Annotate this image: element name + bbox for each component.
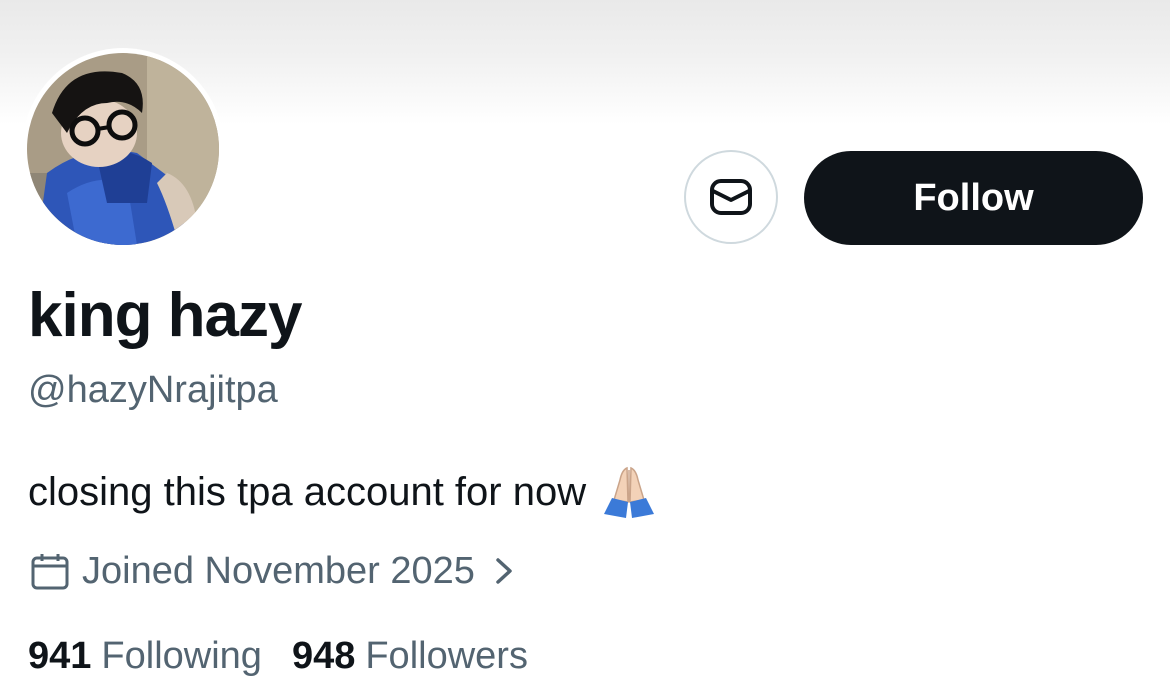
follow-button[interactable]: Follow (804, 151, 1143, 245)
following-label: Following (101, 635, 262, 677)
username-handle: @hazyNrajitpa (28, 369, 278, 411)
avatar-photo (27, 53, 219, 245)
following-count: 941 (28, 635, 92, 677)
calendar-icon (31, 554, 69, 590)
message-button[interactable] (684, 150, 778, 244)
joined-date: Joined November 2025 (82, 550, 475, 592)
following-link[interactable]: 941 Following (28, 632, 262, 680)
followers-count: 948 (291, 635, 356, 677)
chevron-right-icon (496, 558, 512, 584)
avatar[interactable] (22, 48, 224, 250)
profile-page: Follow king hazy @hazyNrajitpa closing t… (0, 0, 1170, 691)
profile-bio: closing this tpa account for now (28, 464, 660, 520)
joined-date-row[interactable]: Joined November 2025 (30, 546, 517, 596)
display-name: king hazy (28, 281, 303, 350)
bio-text: closing this tpa account for now (28, 470, 587, 514)
folded-hands-emoji (604, 466, 655, 518)
followers-link[interactable]: 948 Followers (292, 632, 528, 680)
envelope-icon (710, 179, 752, 215)
follow-stats: 941 Following 948 Followers (28, 632, 558, 680)
followers-label: Followers (365, 635, 528, 677)
